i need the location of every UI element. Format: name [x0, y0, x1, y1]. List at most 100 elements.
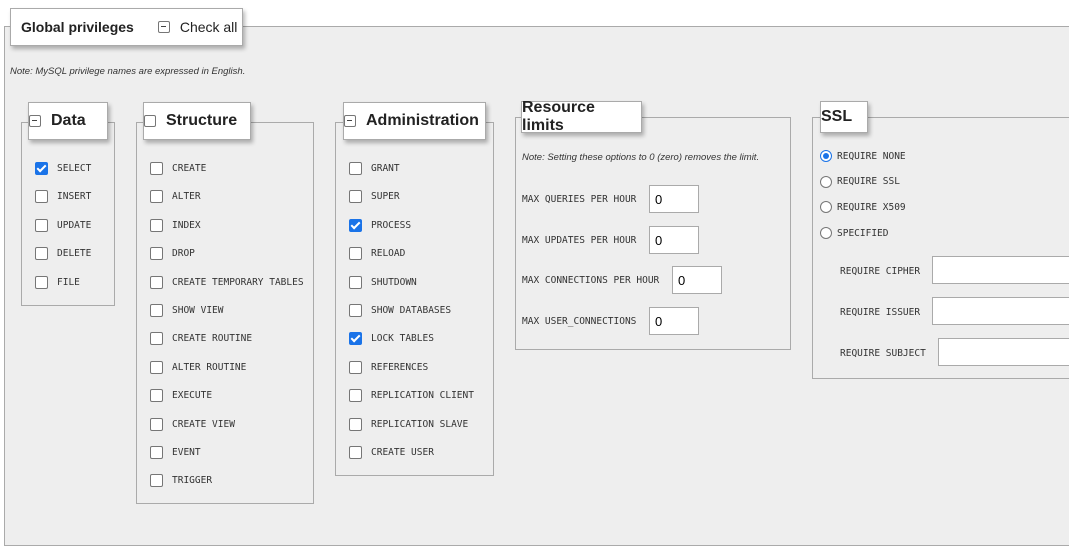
- administration-item-replication-slave[interactable]: REPLICATION SLAVE: [349, 417, 468, 431]
- checkbox-label: CREATE USER: [371, 447, 434, 458]
- checkbox[interactable]: [349, 304, 362, 317]
- checkbox-label: REFERENCES: [371, 361, 429, 373]
- checkbox[interactable]: [35, 218, 48, 232]
- require-subject-input[interactable]: [938, 338, 1069, 366]
- structure-item-event[interactable]: EVENT: [150, 446, 201, 459]
- checkbox[interactable]: [35, 247, 48, 261]
- checkbox[interactable]: [150, 332, 163, 346]
- checkbox[interactable]: [150, 247, 163, 261]
- administration-item-lock-tables[interactable]: LOCK TABLES: [349, 332, 434, 346]
- administration-item-references[interactable]: REFERENCES: [349, 360, 429, 374]
- checkbox[interactable]: [150, 446, 163, 459]
- data-check-all-checkbox[interactable]: [29, 115, 41, 127]
- radio-label: REQUIRE SSL: [837, 176, 900, 188]
- structure-item-create-routine[interactable]: CREATE ROUTINE: [150, 332, 252, 346]
- require-issuer-input[interactable]: [932, 297, 1069, 325]
- administration-item-create-user[interactable]: CREATE USER: [349, 446, 434, 459]
- checkbox[interactable]: [349, 360, 362, 374]
- checkbox-label: SHOW VIEW: [172, 305, 224, 316]
- resource-limits-note: Note: Setting these options to 0 (zero) …: [522, 152, 760, 163]
- data-item-insert[interactable]: INSERT: [35, 190, 92, 204]
- require-cipher-input[interactable]: [932, 256, 1069, 284]
- structure-item-index[interactable]: INDEX: [150, 218, 201, 232]
- checkbox[interactable]: [349, 446, 362, 459]
- checkbox[interactable]: [349, 247, 362, 261]
- administration-item-replication-client[interactable]: REPLICATION CLIENT: [349, 389, 474, 403]
- max-connections-per-hour-input[interactable]: [672, 266, 722, 294]
- max-queries-per-hour-input[interactable]: [649, 185, 699, 213]
- checkbox[interactable]: [349, 417, 362, 431]
- check-all-checkbox[interactable]: [157, 21, 170, 33]
- checkbox[interactable]: [150, 162, 163, 175]
- ssl-option-specified[interactable]: SPECIFIED: [820, 227, 889, 240]
- checkbox[interactable]: [349, 275, 362, 289]
- checkbox[interactable]: [349, 190, 362, 204]
- data-item-delete[interactable]: DELETE: [35, 247, 91, 261]
- structure-item-create-view[interactable]: CREATE VIEW: [150, 417, 235, 431]
- structure-item-show-view[interactable]: SHOW VIEW: [150, 304, 223, 317]
- checkbox[interactable]: [349, 162, 362, 175]
- checkbox-label: FILE: [57, 276, 80, 288]
- resource-limits-fieldset: Note: Setting these options to 0 (zero) …: [515, 117, 791, 350]
- structure-check-all-checkbox[interactable]: [144, 115, 156, 127]
- check-all-toggle[interactable]: Check all: [157, 19, 238, 35]
- ssl-title: SSL: [821, 108, 853, 125]
- checkbox[interactable]: [35, 275, 48, 289]
- radio-button[interactable]: [820, 201, 832, 214]
- checkbox[interactable]: [349, 218, 362, 232]
- checkbox-label: INSERT: [57, 191, 92, 203]
- ssl-option-require-none[interactable]: REQUIRE NONE: [820, 150, 906, 162]
- administration-check-all-checkbox[interactable]: [344, 115, 356, 127]
- data-item-file[interactable]: FILE: [35, 275, 80, 289]
- data-item-update[interactable]: UPDATE: [35, 218, 91, 232]
- administration-item-grant[interactable]: GRANT: [349, 162, 400, 175]
- checkbox-label: GRANT: [371, 163, 400, 174]
- structure-item-alter[interactable]: ALTER: [150, 190, 201, 204]
- max-user-connections-input[interactable]: [649, 307, 699, 335]
- structure-item-trigger[interactable]: TRIGGER: [150, 474, 213, 488]
- ssl-fieldset: REQUIRE NONE REQUIRE SSL REQUIRE X509 SPECI…: [812, 117, 1069, 379]
- radio-button[interactable]: [820, 227, 832, 240]
- checkbox-label: EXECUTE: [172, 390, 213, 402]
- ssl-option-require-ssl[interactable]: REQUIRE SSL: [820, 175, 900, 188]
- ssl-option-require-x509[interactable]: REQUIRE X509: [820, 201, 906, 214]
- checkbox-label: CREATE: [172, 163, 207, 174]
- administration-item-super[interactable]: SUPER: [349, 190, 400, 204]
- checkbox-label: SHUTDOWN: [371, 276, 417, 288]
- data-item-select[interactable]: SELECT: [35, 162, 91, 175]
- structure-item-drop[interactable]: DROP: [150, 247, 195, 261]
- administration-item-shutdown[interactable]: SHUTDOWN: [349, 275, 417, 289]
- structure-item-execute[interactable]: EXECUTE: [150, 389, 213, 403]
- checkbox[interactable]: [150, 275, 163, 289]
- administration-item-reload[interactable]: RELOAD: [349, 247, 405, 261]
- checkbox-label: TRIGGER: [172, 475, 213, 487]
- resource-limits-legend: Resource limits: [521, 99, 642, 134]
- max-updates-per-hour-input[interactable]: [649, 226, 699, 254]
- radio-button[interactable]: [820, 150, 832, 162]
- checkbox[interactable]: [150, 218, 163, 232]
- checkbox-label: ALTER ROUTINE: [172, 361, 247, 373]
- checkbox[interactable]: [150, 389, 163, 403]
- checkbox-label: CREATE TEMPORARY TABLES: [172, 276, 304, 288]
- structure-item-create-temporary-tables[interactable]: CREATE TEMPORARY TABLES: [150, 275, 304, 289]
- checkbox[interactable]: [35, 162, 48, 175]
- radio-label: SPECIFIED: [837, 227, 889, 239]
- structure-item-alter-routine[interactable]: ALTER ROUTINE: [150, 360, 247, 374]
- checkbox[interactable]: [150, 190, 163, 204]
- checkbox[interactable]: [150, 304, 163, 317]
- checkbox[interactable]: [150, 474, 163, 488]
- structure-item-create[interactable]: CREATE: [150, 162, 206, 175]
- data-legend: Data: [28, 102, 108, 140]
- administration-title: Administration: [366, 112, 479, 129]
- ssl-field-label: REQUIRE CIPHER: [840, 266, 921, 277]
- radio-button[interactable]: [820, 175, 832, 188]
- checkbox-label: PROCESS: [371, 219, 412, 231]
- administration-item-process[interactable]: PROCESS: [349, 218, 412, 232]
- check-all-label: Check all: [179, 19, 238, 35]
- checkbox[interactable]: [349, 389, 362, 403]
- administration-item-show-databases[interactable]: SHOW DATABASES: [349, 304, 451, 317]
- checkbox[interactable]: [349, 332, 362, 346]
- checkbox[interactable]: [150, 417, 163, 431]
- checkbox[interactable]: [35, 190, 48, 204]
- checkbox[interactable]: [150, 360, 163, 374]
